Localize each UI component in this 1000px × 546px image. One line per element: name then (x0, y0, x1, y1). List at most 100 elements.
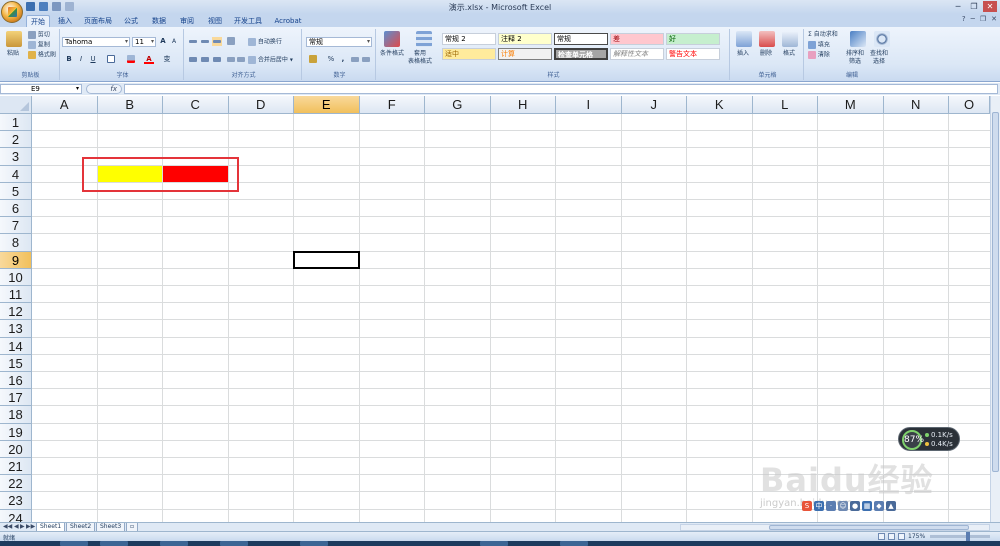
row-header-13[interactable]: 13 (0, 320, 32, 338)
format-as-table-icon[interactable] (416, 31, 432, 47)
tab-data[interactable]: 数据 (148, 15, 170, 27)
style-cell-calculation[interactable]: 计算 (498, 48, 552, 60)
ribbon-minimize-button[interactable]: ─ (971, 15, 975, 23)
style-cell-normal-2[interactable]: 常规 2 (442, 33, 496, 45)
row-header-18[interactable]: 18 (0, 406, 32, 424)
insert-cells-button[interactable]: 插入 (737, 50, 749, 58)
column-header-d[interactable]: D (228, 96, 294, 114)
style-cell-neutral[interactable]: 适中 (442, 48, 496, 60)
style-cell-check[interactable]: 检查单元格 (554, 48, 608, 60)
conditional-format-button[interactable]: 条件格式 (380, 50, 404, 58)
active-cell-cursor[interactable] (293, 250, 360, 269)
row-header-6[interactable]: 6 (0, 200, 32, 218)
emoji-icon[interactable]: ☺ (838, 501, 848, 511)
tab-insert[interactable]: 插入 (54, 15, 76, 27)
tab-formulas[interactable]: 公式 (120, 15, 142, 27)
restore-button[interactable]: ❐ (967, 1, 981, 12)
column-header-e[interactable]: E (294, 96, 360, 114)
decrease-decimal-button[interactable] (361, 55, 371, 64)
row-header-14[interactable]: 14 (0, 337, 32, 355)
font-color-button[interactable]: A (144, 55, 154, 64)
keyboard-icon[interactable]: ▦ (862, 501, 872, 511)
fill-button[interactable]: 填充 (808, 41, 830, 50)
column-header-l[interactable]: L (752, 96, 818, 114)
taskbar-item[interactable] (480, 541, 508, 546)
style-cell-bad[interactable]: 差 (610, 33, 664, 45)
mic-icon[interactable]: ● (850, 501, 860, 511)
align-right-button[interactable] (212, 55, 222, 64)
bold-button[interactable]: B (64, 55, 74, 64)
column-header-f[interactable]: F (359, 96, 425, 114)
row-header-5[interactable]: 5 (0, 182, 32, 200)
column-header-j[interactable]: J (621, 96, 687, 114)
vertical-scrollbar[interactable] (990, 96, 1000, 522)
format-painter-button[interactable]: 格式刷 (28, 51, 56, 60)
row-header-7[interactable]: 7 (0, 217, 32, 235)
ime-toolbar[interactable]: S 中 · ☺ ● ▦ ◆ ▲ (802, 500, 922, 512)
merge-center-button[interactable]: 合并后居中 ▾ (248, 56, 293, 65)
row-header-16[interactable]: 16 (0, 372, 32, 390)
autosum-button[interactable]: Σ 自动求和 (808, 31, 838, 39)
border-button[interactable] (106, 55, 116, 64)
network-speed-widget[interactable]: 87% 0.1K/s 0.4K/s (898, 427, 960, 451)
find-select-icon[interactable] (874, 31, 890, 47)
underline-button[interactable]: U (88, 55, 98, 64)
select-all-button[interactable] (0, 96, 32, 114)
insert-function-button[interactable]: fx (86, 84, 122, 94)
column-header-h[interactable]: H (490, 96, 556, 114)
percent-button[interactable]: % (326, 55, 336, 64)
row-header-3[interactable]: 3 (0, 148, 32, 166)
paste-button[interactable]: 粘贴 (7, 50, 19, 58)
align-middle-button[interactable] (200, 37, 210, 46)
row-header-11[interactable]: 11 (0, 286, 32, 304)
column-header-n[interactable]: N (883, 96, 949, 114)
name-box[interactable]: E9 ▾ (0, 84, 82, 94)
column-header-g[interactable]: G (425, 96, 491, 114)
align-left-button[interactable] (188, 55, 198, 64)
format-cells-icon[interactable] (782, 31, 798, 47)
find-select-button[interactable]: 查找和 选择 (870, 50, 888, 66)
taskbar-item[interactable] (300, 541, 328, 546)
column-header-b[interactable]: B (97, 96, 163, 114)
tab-page-layout[interactable]: 页面布局 (82, 15, 114, 27)
row-header-21[interactable]: 21 (0, 458, 32, 476)
row-header-2[interactable]: 2 (0, 131, 32, 149)
font-name-select[interactable]: Tahoma ▾ (62, 37, 130, 47)
style-cell-good[interactable]: 好 (666, 33, 720, 45)
delete-cells-icon[interactable] (759, 31, 775, 47)
column-header-i[interactable]: I (556, 96, 622, 114)
tools-icon[interactable]: ▲ (886, 501, 896, 511)
align-top-button[interactable] (188, 37, 198, 46)
column-header-c[interactable]: C (163, 96, 229, 114)
tab-review[interactable]: 审阅 (176, 15, 198, 27)
align-bottom-button[interactable] (212, 37, 222, 46)
comma-button[interactable]: , (338, 55, 348, 64)
row-header-19[interactable]: 19 (0, 423, 32, 441)
wrap-text-button[interactable]: 自动换行 (248, 38, 282, 47)
row-header-10[interactable]: 10 (0, 268, 32, 286)
row-header-15[interactable]: 15 (0, 354, 32, 372)
page-layout-view-icon[interactable] (888, 533, 895, 540)
grow-font-button[interactable]: A (158, 37, 168, 46)
last-sheet-icon[interactable]: ▶▶ (26, 523, 35, 530)
italic-button[interactable]: I (76, 55, 86, 64)
row-header-8[interactable]: 8 (0, 234, 32, 252)
row-header-24[interactable]: 24 (0, 509, 32, 522)
taskbar-item[interactable] (220, 541, 248, 546)
minimize-button[interactable]: ─ (951, 1, 965, 12)
horizontal-scrollbar[interactable] (680, 524, 990, 531)
style-cell-explanatory[interactable]: 解释性文本 (610, 48, 664, 60)
increase-indent-button[interactable] (236, 55, 246, 64)
delete-cells-button[interactable]: 删除 (760, 50, 772, 58)
tab-developer[interactable]: 开发工具 (232, 15, 264, 27)
decrease-indent-button[interactable] (226, 55, 236, 64)
scroll-thumb[interactable] (769, 525, 969, 530)
align-center-button[interactable] (200, 55, 210, 64)
skin-icon[interactable]: ◆ (874, 501, 884, 511)
help-icon[interactable]: ? (962, 15, 966, 23)
clear-button[interactable]: 清除 (808, 51, 830, 60)
style-cell-note-2[interactable]: 注释 2 (498, 33, 552, 45)
zoom-slider-knob[interactable] (966, 532, 970, 541)
taskbar-item[interactable] (160, 541, 188, 546)
column-header-o[interactable]: O (949, 96, 990, 114)
